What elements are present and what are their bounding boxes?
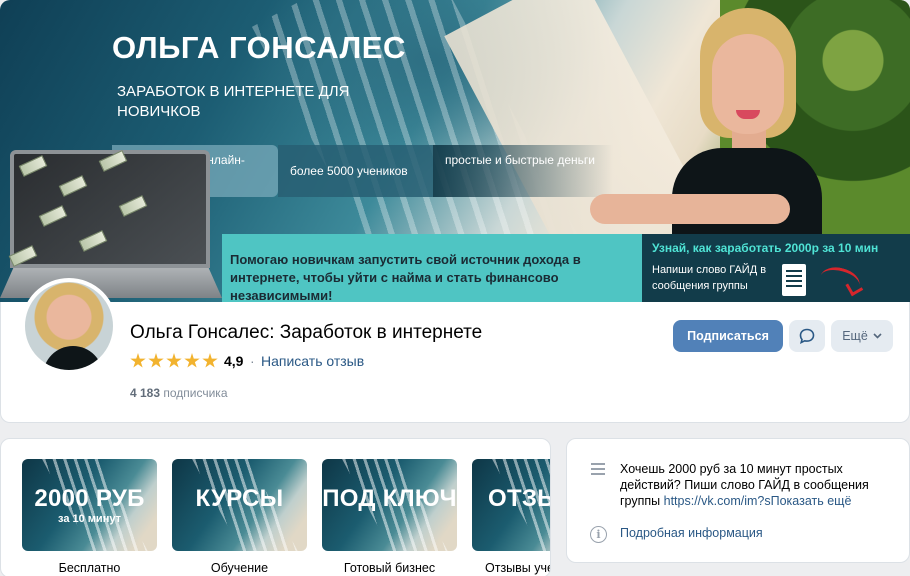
rating-value: 4,9 (224, 353, 244, 369)
rating-stars (130, 353, 218, 369)
tile-free[interactable]: 2000 РУБ за 10 минут (22, 459, 157, 551)
cover-title: ОЛЬГА ГОНСАЛЕС (112, 30, 406, 65)
description-link[interactable]: https://vk.com/im?s (664, 494, 771, 508)
star-icon (130, 353, 146, 368)
message-button[interactable] (789, 320, 825, 352)
community-header: Ольга Гонсалес: Заработок в интернете 4,… (0, 278, 910, 423)
cover-cta: Узнай, как заработать 2000р за 10 мин На… (642, 234, 910, 302)
community-description: Хочешь 2000 руб за 10 минут простых дейс… (620, 461, 892, 509)
portrait-face (712, 34, 784, 134)
more-label: Ещё (842, 329, 868, 343)
tile-label[interactable]: Готовый бизнес (322, 561, 457, 575)
tile-turnkey[interactable]: ПОД КЛЮЧ (322, 459, 457, 551)
cover-stat-students: более 5000 учеников (278, 145, 433, 197)
vk-community-page: ОЛЬГА ГОНСАЛЕС ЗАРАБОТОК В ИНТЕРНЕТЕ ДЛЯ… (0, 0, 910, 576)
cover-cta-title: Узнай, как заработать 2000р за 10 мин (652, 241, 879, 255)
document-icon (782, 264, 806, 296)
star-icon (202, 353, 218, 368)
subscribers-label: подписчика (163, 386, 228, 400)
tile-title: ОТЗЫВЫ (488, 485, 550, 512)
subscribers-number: 4 183 (130, 386, 161, 400)
tile-reviews[interactable]: ОТЗЫВЫ (472, 459, 550, 551)
star-icon (148, 353, 164, 368)
tile-courses[interactable]: КУРСЫ (172, 459, 307, 551)
message-bubble-icon (799, 328, 815, 344)
star-icon (184, 353, 200, 368)
text-lines-icon (591, 463, 605, 475)
avatar[interactable] (21, 278, 117, 374)
avatar-dress (43, 346, 103, 370)
details-link[interactable]: Подробная информация (620, 526, 763, 540)
laptop-illustration (0, 150, 222, 302)
tile-title: КУРСЫ (195, 485, 284, 512)
page-title: Ольга Гонсалес: Заработок в интернете (130, 322, 483, 343)
tile-label[interactable]: Обучение (172, 561, 307, 575)
show-more-link[interactable]: Показать ещё (771, 494, 852, 508)
portrait-arm (590, 194, 790, 224)
cover-banner: ОЛЬГА ГОНСАЛЕС ЗАРАБОТОК В ИНТЕРНЕТЕ ДЛЯ… (0, 0, 910, 302)
cover-portrait (590, 8, 830, 234)
tile-subtitle: за 10 минут (58, 513, 121, 525)
more-button[interactable]: Ещё (831, 320, 893, 352)
subscribe-button[interactable]: Подписаться (673, 320, 783, 352)
cover-banner-text: Помогаю новичкам запустить свой источник… (230, 252, 581, 302)
curved-arrow-icon (817, 263, 863, 299)
tile-label[interactable]: Отзывы учеников (472, 561, 550, 575)
links-block: 2000 РУБ за 10 минут Бесплатно КУРСЫ Обу… (0, 438, 551, 576)
subscribers-count: 4 183 подписчика (130, 386, 228, 400)
cover-banner-strip: Помогаю новичкам запустить свой источник… (222, 234, 642, 302)
write-review-link[interactable]: Написать отзыв (261, 353, 364, 369)
star-icon (166, 353, 182, 368)
cover-stat-money: простые и быстрые деньги (433, 145, 613, 197)
info-block: Хочешь 2000 руб за 10 минут простых дейс… (566, 438, 910, 563)
cover-subtitle: ЗАРАБОТОК В ИНТЕРНЕТЕ ДЛЯ НОВИЧКОВ (117, 83, 350, 120)
chevron-down-icon (873, 333, 882, 339)
tile-title: 2000 РУБ (34, 485, 145, 512)
cover-cta-text: Напиши слово ГАЙД в сообщения группы (652, 264, 767, 292)
tile-title: ПОД КЛЮЧ (322, 485, 457, 512)
tile-label[interactable]: Бесплатно (22, 561, 157, 575)
separator-dot: · (250, 353, 255, 369)
info-icon: i (590, 526, 607, 543)
